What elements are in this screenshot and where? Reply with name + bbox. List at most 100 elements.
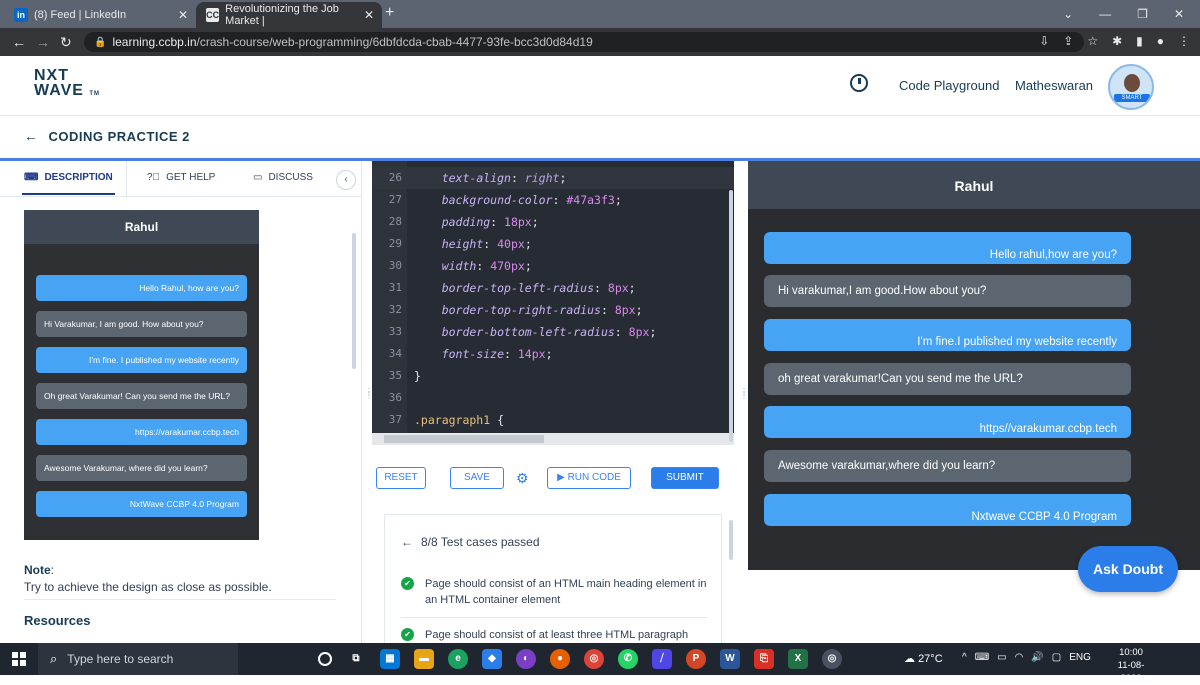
run-code-button[interactable]: ▶ RUN CODE <box>547 467 631 489</box>
close-icon[interactable]: ✕ <box>364 8 374 22</box>
results-scrollbar[interactable] <box>729 520 733 560</box>
taskbar-search[interactable]: ⌕ Type here to search <box>38 643 238 675</box>
note-text: Try to achieve the design as close as po… <box>24 580 272 594</box>
avatar[interactable]: SMART <box>1108 64 1154 110</box>
network-icon[interactable]: ⌨ <box>975 652 989 663</box>
tab-description[interactable]: ⌨ DESCRIPTION <box>22 172 115 195</box>
gear-icon[interactable]: ⚙ <box>516 470 529 487</box>
clock[interactable]: 10:00 11-08-2022 <box>1108 646 1154 685</box>
menu-icon[interactable]: ⋮ <box>1178 34 1190 48</box>
horizontal-scrollbar[interactable] <box>372 433 734 445</box>
task-view-icon[interactable]: ⧉ <box>346 649 366 669</box>
close-icon[interactable]: ✕ <box>178 8 188 22</box>
close-window-icon[interactable]: ✕ <box>1174 7 1184 21</box>
username[interactable]: Matheswaran <box>1015 78 1093 93</box>
install-icon[interactable]: ⇩ <box>1039 34 1049 48</box>
resize-handle[interactable]: ⋮ ⋮ <box>365 388 373 400</box>
tab-get-help[interactable]: ?⃝ GET HELP <box>147 172 215 183</box>
code-line[interactable]: 26 text-align: right; <box>372 167 734 189</box>
tab-label: DESCRIPTION <box>44 172 113 183</box>
volume-icon[interactable]: 🔊 <box>1031 652 1043 663</box>
cortana-icon[interactable] <box>318 652 332 666</box>
wifi-icon[interactable]: ◠ <box>1015 652 1024 663</box>
chevron-up-icon[interactable]: ^ <box>962 652 967 663</box>
css-property: background-color <box>441 193 553 207</box>
resources-heading: Resources <box>24 613 91 628</box>
code-line[interactable]: 34 font-size: 14px; <box>372 343 734 365</box>
code-line[interactable]: 27 background-color: #47a3f3; <box>372 189 734 211</box>
media-icon[interactable]: ◐ <box>516 649 536 669</box>
code-editor[interactable]: 26 text-align: right; 27 background-colo… <box>372 161 734 445</box>
divider <box>401 617 707 618</box>
editor-scrollbar[interactable] <box>729 190 733 442</box>
search-icon: ⌕ <box>50 651 58 666</box>
folder-icon[interactable]: ▬ <box>414 649 434 669</box>
language-indicator[interactable]: ENG <box>1069 652 1091 663</box>
collapse-panel-button[interactable]: ‹ <box>336 170 356 190</box>
powerpoint-icon[interactable]: P <box>686 649 706 669</box>
code-line[interactable]: 31 border-top-left-radius: 8px; <box>372 277 734 299</box>
scrollbar[interactable] <box>352 233 356 369</box>
edge-icon[interactable]: e <box>448 649 468 669</box>
code-line[interactable]: 33 border-bottom-left-radius: 8px; <box>372 321 734 343</box>
sidebar-icon[interactable]: ▮ <box>1136 34 1143 48</box>
code-playground-link[interactable]: Code Playground <box>899 78 999 93</box>
code-line[interactable]: 30 width: 470px; <box>372 255 734 277</box>
preview-message: Hello Rahul, how are you? <box>36 275 247 301</box>
app-icon[interactable]: ◆ <box>482 649 502 669</box>
nxtwave-logo[interactable]: NXT WAVE TM <box>34 68 100 102</box>
store-icon[interactable]: ▦ <box>380 649 400 669</box>
minimize-icon[interactable]: — <box>1099 7 1111 21</box>
address-bar: ← → ↻ 🔒 learning.ccbp.in/crash-course/we… <box>0 28 1200 56</box>
extensions-icon[interactable]: ✱ <box>1112 34 1122 48</box>
windows-start-icon[interactable] <box>12 652 26 666</box>
share-icon[interactable]: ⇪ <box>1063 34 1073 48</box>
tab-revolutionizing[interactable]: CC Revolutionizing the Job Market | ✕ <box>196 2 382 28</box>
url-field[interactable]: 🔒 learning.ccbp.in/crash-course/web-prog… <box>84 32 1084 52</box>
code-line[interactable]: 37 .paragraph1 { <box>372 409 734 431</box>
back-arrow-icon[interactable]: ← <box>24 128 39 144</box>
linkedin-icon: in <box>14 8 28 22</box>
star-icon[interactable]: ☆ <box>1087 34 1098 48</box>
submit-button[interactable]: SUBMIT <box>651 467 719 489</box>
code-line[interactable]: 28 padding: 18px; <box>372 211 734 233</box>
url-path: /crash-course/web-programming/6dbfdcda-c… <box>196 35 593 49</box>
chrome-icon[interactable]: ◎ <box>584 649 604 669</box>
excel-icon[interactable]: X <box>788 649 808 669</box>
scrollbar-thumb[interactable] <box>384 435 544 443</box>
chevron-down-icon[interactable]: ⌄ <box>1063 7 1073 21</box>
forward-icon[interactable]: → <box>36 34 50 50</box>
css-property: text-align <box>441 171 511 185</box>
code-line[interactable]: 29 height: 40px; <box>372 233 734 255</box>
timer-icon[interactable] <box>850 74 868 92</box>
battery-icon[interactable]: ▭ <box>997 652 1006 663</box>
reload-icon[interactable]: ↻ <box>60 34 72 51</box>
reset-button[interactable]: RESET <box>376 467 426 489</box>
pdf-icon[interactable]: ⎘ <box>754 649 774 669</box>
new-tab-icon[interactable]: + <box>385 4 394 22</box>
line-number: 31 <box>388 281 402 294</box>
ask-doubt-button[interactable]: Ask Doubt <box>1078 546 1178 592</box>
resize-handle[interactable]: ⋮ ⋮ <box>740 388 748 400</box>
code-line[interactable]: 36 <box>372 387 734 409</box>
code-line[interactable]: 35 } <box>372 365 734 387</box>
maximize-icon[interactable]: ❐ <box>1137 7 1148 21</box>
tab-linkedin[interactable]: in (8) Feed | LinkedIn ✕ <box>4 2 196 28</box>
weather-temp: 27°C <box>918 653 943 665</box>
chrome-active-icon[interactable]: ◎ <box>822 649 842 669</box>
back-icon[interactable]: ← <box>12 34 26 50</box>
profile-icon[interactable]: ● <box>1157 34 1164 48</box>
css-value: 14px <box>517 347 546 361</box>
display-icon[interactable]: ▢ <box>1052 652 1061 663</box>
firefox-icon[interactable]: ● <box>550 649 570 669</box>
url-host: learning.ccbp.in <box>112 35 197 49</box>
back-arrow-icon[interactable]: ← <box>401 535 413 549</box>
save-button[interactable]: SAVE <box>450 467 504 489</box>
tab-discuss[interactable]: ▭ DISCUSS <box>253 172 313 183</box>
word-icon[interactable]: W <box>720 649 740 669</box>
weather-widget[interactable]: ☁ 27°C <box>904 652 943 665</box>
page-title-text: CODING PRACTICE 2 <box>48 129 190 144</box>
vscode-icon[interactable]: ⧸ <box>652 649 672 669</box>
whatsapp-icon[interactable]: ✆ <box>618 649 638 669</box>
code-line[interactable]: 32 border-top-right-radius: 8px; <box>372 299 734 321</box>
